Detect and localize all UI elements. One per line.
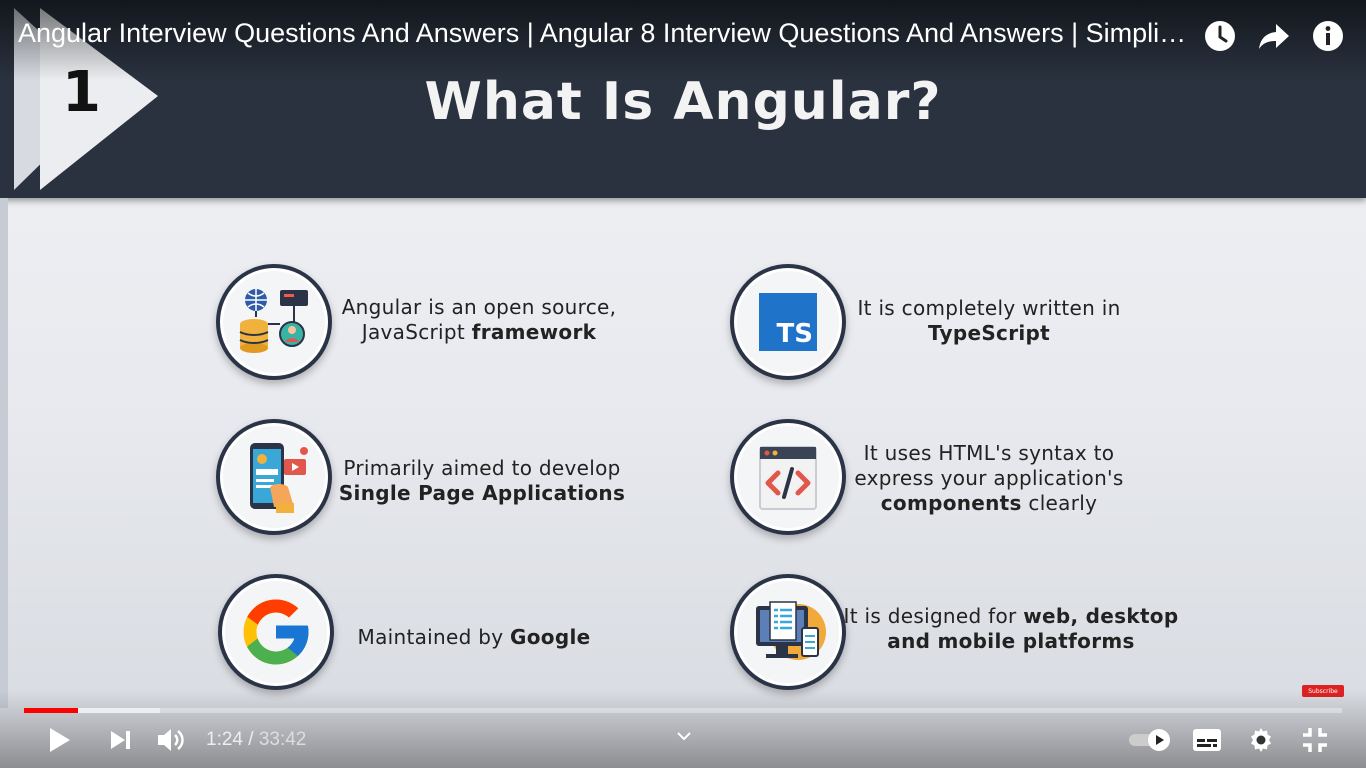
subtitles-button[interactable] xyxy=(1190,722,1224,758)
feature-6-bold-line2: and mobile platforms xyxy=(887,629,1135,653)
feature-4-bold: components xyxy=(880,491,1022,515)
video-title[interactable]: Angular Interview Questions And Answers … xyxy=(18,18,1188,49)
desktop-mobile-icon xyxy=(730,574,846,690)
feature-text-6: It is designed for web, desktop and mobi… xyxy=(838,604,1184,654)
progress-played xyxy=(24,708,79,713)
share-button[interactable] xyxy=(1256,18,1292,54)
current-time: 1:24 xyxy=(206,729,243,750)
typescript-logo: TS xyxy=(759,293,817,351)
feature-6-bold: web, desktop xyxy=(1023,604,1179,628)
feature-4-post: clearly xyxy=(1021,491,1098,515)
volume-button[interactable] xyxy=(154,722,190,758)
duration: 33:42 xyxy=(258,729,307,750)
slide-left-bar xyxy=(0,198,8,708)
info-button[interactable] xyxy=(1310,18,1346,54)
feature-1-line1: Angular is an open source, xyxy=(341,295,617,319)
volume-icon xyxy=(158,729,184,751)
database-network-icon xyxy=(216,264,332,380)
typescript-icon: TS xyxy=(730,264,846,380)
clock-icon xyxy=(1205,21,1235,51)
autoplay-toggle[interactable] xyxy=(1126,722,1174,758)
feature-2-line1: It is completely written in xyxy=(857,296,1121,320)
feature-1-plain: JavaScript xyxy=(361,320,472,344)
exit-fullscreen-button[interactable] xyxy=(1298,722,1332,758)
skip-next-icon xyxy=(111,731,130,749)
feature-4-line1: It uses HTML's syntax to xyxy=(863,441,1115,465)
watch-later-button[interactable] xyxy=(1202,18,1238,54)
feature-2-bold: TypeScript xyxy=(927,321,1051,345)
settings-button[interactable] xyxy=(1244,722,1278,758)
chevron-down-icon xyxy=(677,732,691,741)
captions-icon xyxy=(1193,729,1221,751)
feature-4-line2: express your application's xyxy=(854,466,1124,490)
feature-5-bold: Google xyxy=(510,625,591,649)
feature-text-5: Maintained by Google xyxy=(346,625,602,650)
mobile-app-icon xyxy=(216,419,332,535)
feature-text-4: It uses HTML's syntax to express your ap… xyxy=(846,441,1132,516)
slide-title: What Is Angular? xyxy=(424,72,942,132)
typescript-logo-text: TS xyxy=(776,319,813,349)
time-separator: / xyxy=(242,729,259,750)
time-display: 1:24 / 33:42 xyxy=(206,729,306,751)
feature-text-3: Primarily aimed to develop Single Page A… xyxy=(334,456,630,506)
chapters-button[interactable] xyxy=(670,726,698,746)
feature-5-plain: Maintained by xyxy=(357,625,511,649)
feature-3-bold: Single Page Applications xyxy=(338,481,626,505)
gear-icon xyxy=(1251,728,1271,752)
feature-text-2: It is completely written in TypeScript xyxy=(846,296,1132,346)
feature-6-plain: It is designed for xyxy=(843,604,1024,628)
feature-3-line1: Primarily aimed to develop xyxy=(343,456,621,480)
video-player[interactable]: 1 What Is Angular? Angular is an open so… xyxy=(0,0,1366,768)
progress-bar[interactable] xyxy=(24,708,1342,713)
slide: 1 What Is Angular? Angular is an open so… xyxy=(0,0,1366,768)
exit-fullscreen-icon xyxy=(1303,728,1327,752)
feature-1-line2: JavaScript framework xyxy=(334,320,624,345)
play-button[interactable] xyxy=(42,722,76,758)
autoplay-toggle-icon xyxy=(1129,729,1170,751)
info-icon xyxy=(1313,21,1343,51)
feature-1-bold: framework xyxy=(471,320,597,344)
next-button[interactable] xyxy=(104,722,136,758)
share-arrow-icon xyxy=(1259,24,1289,49)
code-window-icon xyxy=(730,419,846,535)
feature-text-1: Angular is an open source, JavaScript fr… xyxy=(334,295,624,345)
play-icon xyxy=(50,728,70,752)
google-icon xyxy=(218,574,334,690)
